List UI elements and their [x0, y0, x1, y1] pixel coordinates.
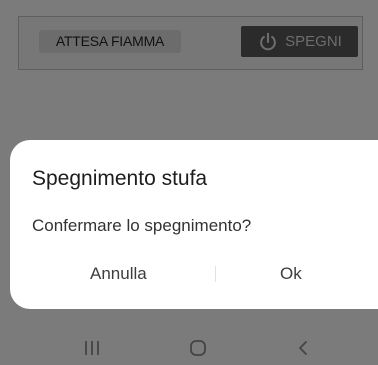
button-divider: [215, 266, 216, 282]
stove-status-panel: ATTESA FIAMMA SPEGNI: [18, 16, 363, 70]
dialog-title: Spegnimento stufa: [32, 167, 208, 190]
home-icon[interactable]: [186, 336, 210, 360]
cancel-button[interactable]: Annulla: [90, 264, 147, 284]
power-icon: [260, 32, 277, 50]
power-off-button[interactable]: SPEGNI: [241, 26, 358, 57]
android-nav-bar: [0, 312, 378, 365]
flame-status-badge: ATTESA FIAMMA: [39, 30, 181, 53]
recent-apps-icon[interactable]: [80, 336, 104, 360]
back-icon[interactable]: [292, 336, 316, 360]
power-off-label: SPEGNI: [285, 33, 342, 50]
confirm-shutdown-dialog: Spegnimento stufa Confermare lo spegnime…: [10, 140, 378, 309]
ok-button[interactable]: Ok: [280, 264, 302, 284]
dialog-message: Confermare lo spegnimento?: [32, 216, 252, 235]
